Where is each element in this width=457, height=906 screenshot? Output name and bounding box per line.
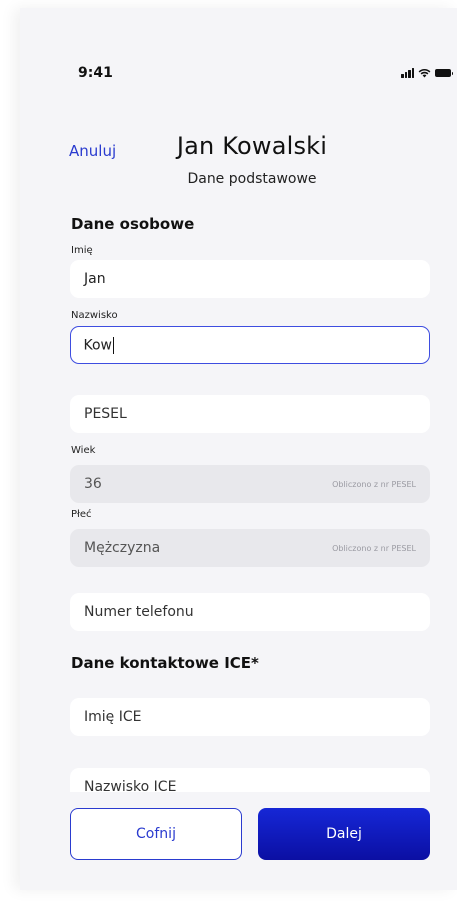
phone-placeholder: Numer telefonu xyxy=(84,604,194,620)
gender-value: Mężczyzna xyxy=(84,540,161,556)
first-name-label: Imię xyxy=(71,245,93,256)
gender-label: Płeć xyxy=(71,509,92,520)
phone-input[interactable]: Numer telefonu xyxy=(70,593,430,631)
status-time: 9:41 xyxy=(78,65,113,81)
age-value: 36 xyxy=(84,476,102,492)
back-button[interactable]: Cofnij xyxy=(70,808,242,860)
last-name-text: Kow xyxy=(83,336,114,354)
last-name-input[interactable]: Kow xyxy=(70,326,430,364)
section-title-ice: Dane kontaktowe ICE* xyxy=(71,654,259,672)
ice-last-name-placeholder: Nazwisko ICE xyxy=(84,779,177,795)
age-hint: Obliczono z nr PESEL xyxy=(332,479,416,489)
gender-hint: Obliczono z nr PESEL xyxy=(332,543,416,553)
text-caret xyxy=(113,336,114,354)
last-name-label: Nazwisko xyxy=(71,310,118,321)
first-name-input[interactable]: Jan xyxy=(70,260,430,298)
page-subtitle: Dane podstawowe xyxy=(187,171,317,187)
wifi-icon xyxy=(418,68,431,78)
ice-last-name-input[interactable]: Nazwisko ICE xyxy=(70,768,430,795)
age-label: Wiek xyxy=(71,445,96,456)
ice-first-name-input[interactable]: Imię ICE xyxy=(70,698,430,736)
phone-screen: 9:41 Anuluj Jan Kowalski Dane podstawowe… xyxy=(20,8,457,890)
gender-field: Mężczyzna Obliczono z nr PESEL xyxy=(70,529,430,567)
first-name-value: Jan xyxy=(84,271,106,287)
status-icons xyxy=(401,67,453,79)
ice-first-name-placeholder: Imię ICE xyxy=(84,709,142,725)
section-title-personal: Dane osobowe xyxy=(71,215,195,233)
pesel-placeholder: PESEL xyxy=(84,406,127,422)
cancel-button[interactable]: Anuluj xyxy=(69,142,116,160)
signal-icon xyxy=(401,68,414,78)
battery-icon xyxy=(435,69,453,77)
next-button[interactable]: Dalej xyxy=(258,808,430,860)
pesel-input[interactable]: PESEL xyxy=(70,395,430,433)
last-name-value: Kow xyxy=(83,337,113,353)
page-title: Jan Kowalski xyxy=(176,132,328,160)
age-field: 36 Obliczono z nr PESEL xyxy=(70,465,430,503)
